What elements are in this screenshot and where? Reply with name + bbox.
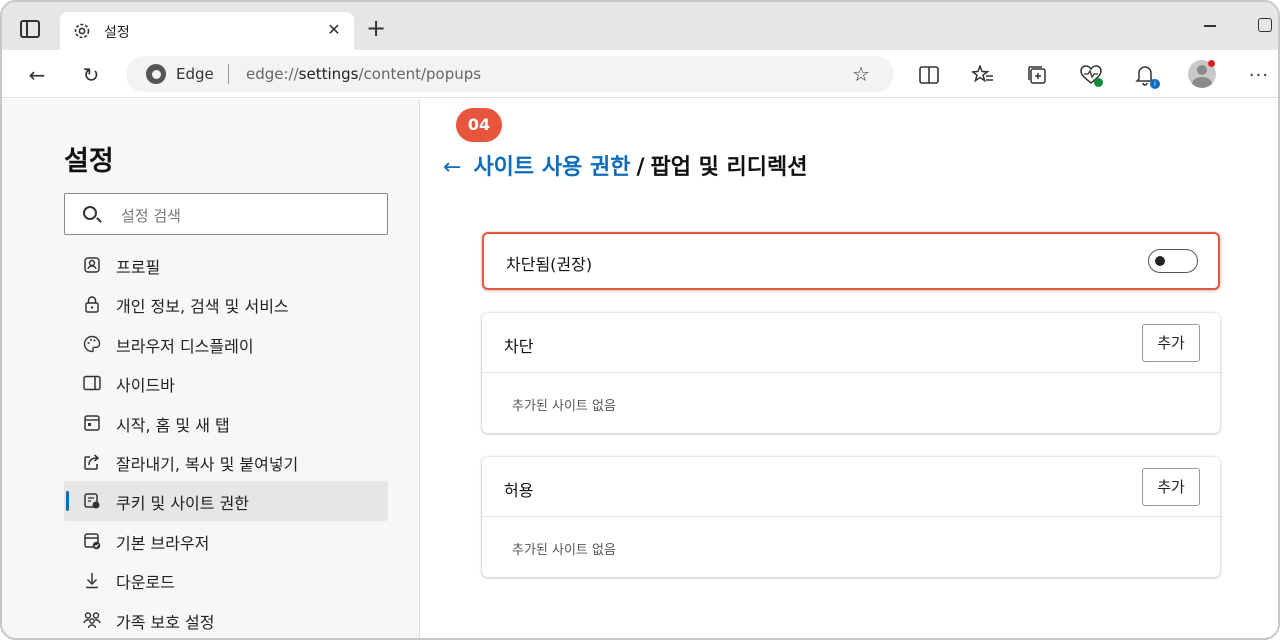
sidebar-item-start-home[interactable]: 시작, 홈 및 새 탭	[64, 403, 388, 442]
gear-icon	[74, 23, 90, 39]
sidebar-item-label: 개인 정보, 검색 및 서비스	[116, 297, 289, 317]
allow-empty-text: 추가된 사이트 없음	[512, 543, 616, 558]
download-icon	[82, 570, 102, 590]
sidebar-item-label: 브라우저 디스플레이	[116, 336, 254, 356]
maximize-icon[interactable]	[1258, 18, 1272, 32]
blocked-toggle-label: 차단됨(권장)	[506, 255, 593, 274]
sidebar-item-default-browser[interactable]: 기본 브라우저	[64, 521, 388, 560]
sidebar-item-label: 기본 브라우저	[116, 533, 210, 553]
profile-icon	[82, 255, 102, 275]
sidebar-item-label: 가족 보호 설정	[116, 612, 215, 632]
favorite-star-icon[interactable]: ☆	[852, 62, 870, 86]
search-input[interactable]: 설정 검색	[64, 193, 388, 235]
sidebar-item-share-copy-paste[interactable]: 잘라내기, 복사 및 붙여넣기	[64, 442, 388, 481]
default-browser-icon	[82, 531, 102, 551]
back-arrow-icon[interactable]: ←	[443, 155, 461, 180]
collections-icon[interactable]	[1024, 62, 1050, 88]
url-path: /content/popups	[358, 65, 482, 83]
search-placeholder: 설정 검색	[121, 207, 181, 225]
share-icon	[82, 452, 102, 472]
allow-section-header: 허용 추가	[482, 457, 1220, 517]
refresh-icon[interactable]: ↻	[78, 62, 104, 88]
settings-content: ← 사이트 사용 권한 / 팝업 및 리디렉션 차단됨(권장) 차단 추가 추가된 사…	[421, 99, 1278, 638]
address-url[interactable]: edge://settings/content/popups	[246, 65, 481, 83]
favorites-icon[interactable]	[970, 62, 996, 88]
minimize-icon[interactable]	[1198, 16, 1222, 36]
close-icon[interactable]: ✕	[322, 18, 346, 42]
sidebar-item-label: 잘라내기, 복사 및 붙여넣기	[116, 454, 299, 474]
lock-icon	[82, 294, 102, 314]
address-bar[interactable]: Edge edge://settings/content/popups ☆	[126, 56, 894, 92]
block-section-header: 차단 추가	[482, 313, 1220, 373]
cookie-permissions-icon	[82, 491, 102, 511]
page-title: 팝업 및 리디렉션	[650, 155, 808, 180]
profile-status-icon	[1208, 60, 1215, 67]
sidebar-item-label: 다운로드	[116, 573, 175, 593]
allow-add-button[interactable]: 추가	[1142, 468, 1200, 506]
address-brand: Edge	[176, 65, 214, 83]
sidebar-item-privacy[interactable]: 개인 정보, 검색 및 서비스	[64, 284, 388, 323]
breadcrumb-link-site-permissions[interactable]: 사이트 사용 권한	[473, 155, 630, 180]
tab-strip: 설정 ✕ +	[2, 2, 1278, 50]
sidebar-item-label: 시작, 홈 및 새 탭	[116, 415, 230, 435]
allow-section: 허용 추가 추가된 사이트 없음	[482, 457, 1220, 577]
tab-actions-icon[interactable]	[20, 20, 40, 38]
sidebar-item-label: 쿠키 및 사이트 권한	[116, 494, 250, 514]
callout-number-badge: 04	[456, 108, 502, 142]
blocked-toggle-switch[interactable]	[1148, 249, 1198, 273]
url-scheme: edge://	[246, 65, 299, 83]
back-icon[interactable]: ←	[24, 62, 50, 88]
edge-logo-icon	[146, 64, 166, 84]
family-icon	[82, 610, 102, 630]
address-divider	[228, 64, 229, 84]
sidebar-item-downloads[interactable]: 다운로드	[64, 560, 388, 599]
info-badge-icon: i	[1150, 79, 1160, 89]
sidebar-item-profile[interactable]: 프로필	[64, 245, 388, 284]
home-tab-icon	[82, 413, 102, 433]
sidebar-item-family-safety[interactable]: 가족 보호 설정	[64, 600, 388, 638]
settings-nav: 프로필 개인 정보, 검색 및 서비스 브라우저 디스플레이 사이드바 시작, …	[64, 245, 388, 638]
sidebar-item-label: 사이드바	[116, 376, 175, 396]
breadcrumb: ← 사이트 사용 권한 / 팝업 및 리디렉션	[443, 149, 807, 181]
url-host: settings	[298, 65, 359, 83]
new-tab-icon[interactable]: +	[364, 16, 388, 40]
block-add-button[interactable]: 추가	[1142, 324, 1200, 362]
sidebar-item-appearance[interactable]: 브라우저 디스플레이	[64, 324, 388, 363]
browser-window: 설정 ✕ + ← ↻ Edge edge://settings/content/…	[0, 0, 1280, 640]
settings-sidebar: 설정 설정 검색 프로필 개인 정보, 검색 및 서비스 브라우저 디스플레이 …	[2, 99, 420, 638]
palette-icon	[82, 334, 102, 354]
sidebar-item-cookies-permissions[interactable]: 쿠키 및 사이트 권한	[64, 481, 388, 521]
sidebar-icon	[82, 373, 102, 393]
allow-section-title: 허용	[504, 481, 534, 500]
tab-settings[interactable]: 설정 ✕	[60, 12, 354, 50]
toggle-knob	[1155, 256, 1165, 266]
essentials-status-icon	[1094, 78, 1103, 87]
sidebar-item-label: 프로필	[116, 258, 161, 277]
split-screen-icon[interactable]	[916, 62, 942, 88]
tab-title: 설정	[104, 25, 130, 41]
search-icon	[83, 206, 97, 220]
more-menu-icon[interactable]: ···	[1246, 62, 1272, 88]
breadcrumb-separator: /	[636, 155, 645, 180]
blocked-toggle-row: 차단됨(권장)	[482, 232, 1220, 290]
toolbar: ← ↻ Edge edge://settings/content/popups …	[2, 50, 1278, 98]
block-section: 차단 추가 추가된 사이트 없음	[482, 313, 1220, 433]
sidebar-item-sidebar[interactable]: 사이드바	[64, 363, 388, 402]
block-section-title: 차단	[504, 337, 534, 356]
block-empty-text: 추가된 사이트 없음	[512, 399, 616, 414]
settings-title: 설정	[64, 146, 114, 177]
